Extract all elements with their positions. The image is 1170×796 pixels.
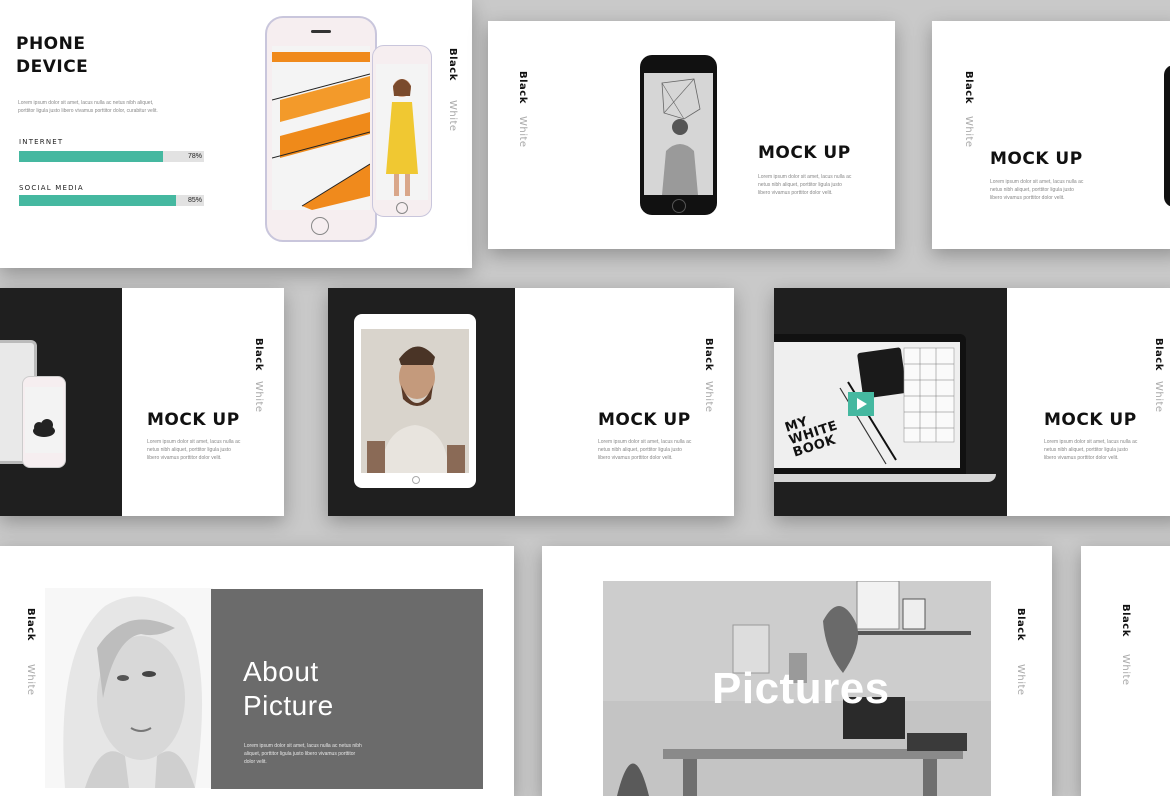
side-label-black: Black <box>25 608 36 641</box>
side-label-white: White <box>517 116 528 148</box>
bar-percent-internet: 78% <box>187 153 202 160</box>
side-label-white: White <box>963 116 974 148</box>
side-label-black: Black <box>703 338 714 371</box>
side-label-white: White <box>1015 664 1026 696</box>
slide-body-text: Lorem ipsum dolor sit amet, lacus nulla … <box>758 174 852 196</box>
slide-mockup-partial[interactable]: Black White MOCK UP Lorem ipsum dolor si… <box>932 21 1170 249</box>
side-label-white: White <box>1120 654 1131 686</box>
slide-body-text: Lorem ipsum dolor sit amet, lacus nulla … <box>18 100 158 114</box>
bar-label-social-media: SOCIAL MEDIA <box>19 184 84 192</box>
phone-mockup-small <box>372 45 432 217</box>
progress-fill-internet <box>19 151 164 162</box>
laptop-base <box>774 474 996 482</box>
slide-title: MOCK UP <box>1044 410 1137 430</box>
phone-screen-cloud <box>25 387 63 453</box>
phone-speaker <box>311 30 331 33</box>
slide-title: MOCK UP <box>598 410 691 430</box>
slide-title: MOCK UP <box>147 410 240 430</box>
slide-title-line1: About <box>243 656 319 687</box>
play-button[interactable] <box>848 392 874 416</box>
slide-mockup-phone[interactable]: Black White MOCK UP Lorem ipsum dolor si… <box>488 21 895 249</box>
portrait-photo-woman <box>45 588 213 788</box>
play-icon <box>857 398 867 410</box>
slide-body-text: Lorem ipsum dolor sit amet, lacus nulla … <box>598 439 692 461</box>
phone-mockup-small <box>22 376 66 468</box>
slide-mockup-devices[interactable]: Black White MOCK UP Lorem ipsum dolor si… <box>0 288 284 516</box>
slide-title: MOCK UP <box>990 149 1083 169</box>
side-label-white: White <box>703 381 714 413</box>
phone-mockup-black <box>640 55 717 215</box>
tablet-mockup <box>354 314 476 488</box>
side-label-white: White <box>447 100 458 132</box>
progress-fill-social-media <box>19 195 177 206</box>
slide-mockup-tablet[interactable]: Black White MOCK UP Lorem ipsum dolor si… <box>328 288 734 516</box>
slide-about-picture[interactable]: Black White About Picture Lorem ipsum do… <box>0 546 514 796</box>
slide-body-text: Lorem ipsum dolor sit amet, lacus nulla … <box>990 179 1084 201</box>
phone-mockup-edge <box>1164 65 1170 207</box>
slide-title-line1: PHONE <box>16 34 86 54</box>
side-label-white: White <box>1153 381 1164 413</box>
side-label-black: Black <box>517 71 528 104</box>
home-button <box>672 199 686 213</box>
phone-screen-man-sketch <box>644 73 713 195</box>
slide-partial-right[interactable]: Black White <box>1081 546 1170 796</box>
slide-title-line2: DEVICE <box>16 57 89 77</box>
home-button <box>412 476 420 484</box>
slide-title: MOCK UP <box>758 143 851 163</box>
progress-bar-internet: 78% <box>19 151 204 162</box>
slide-body-text: Lorem ipsum dolor sit amet, lacus nulla … <box>244 743 362 765</box>
side-label-black: Black <box>447 48 458 81</box>
side-label-black: Black <box>253 338 264 371</box>
slide-title: Pictures <box>712 664 890 713</box>
slide-title-line2: Picture <box>243 690 334 721</box>
slide-body-text: Lorem ipsum dolor sit amet, lacus nulla … <box>147 439 241 461</box>
home-button <box>396 202 408 214</box>
slide-mockup-laptop[interactable]: MY WHITE BOOK Black White MOCK UP Lorem … <box>774 288 1170 516</box>
side-label-white: White <box>25 664 36 696</box>
slide-phone-device[interactable]: PHONE DEVICE Lorem ipsum dolor sit amet,… <box>0 0 472 268</box>
slide-body-text: Lorem ipsum dolor sit amet, lacus nulla … <box>1044 439 1138 461</box>
side-label-black: Black <box>1015 608 1026 641</box>
tablet-screen-bearded-man <box>361 329 469 473</box>
progress-bar-social-media: 85% <box>19 195 204 206</box>
bar-label-internet: INTERNET <box>19 138 64 146</box>
slide-pictures[interactable]: Pictures Black White <box>542 546 1052 796</box>
phone-mockup-large <box>265 16 377 242</box>
bar-percent-social-media: 85% <box>187 197 202 204</box>
phone-screen-yellow-dress <box>376 64 428 200</box>
phone-screen-orange-stairs <box>272 46 370 210</box>
side-label-black: Black <box>1120 604 1131 637</box>
home-button <box>311 217 329 235</box>
side-label-black: Black <box>963 71 974 104</box>
side-label-white: White <box>253 381 264 413</box>
side-label-black: Black <box>1153 338 1164 371</box>
